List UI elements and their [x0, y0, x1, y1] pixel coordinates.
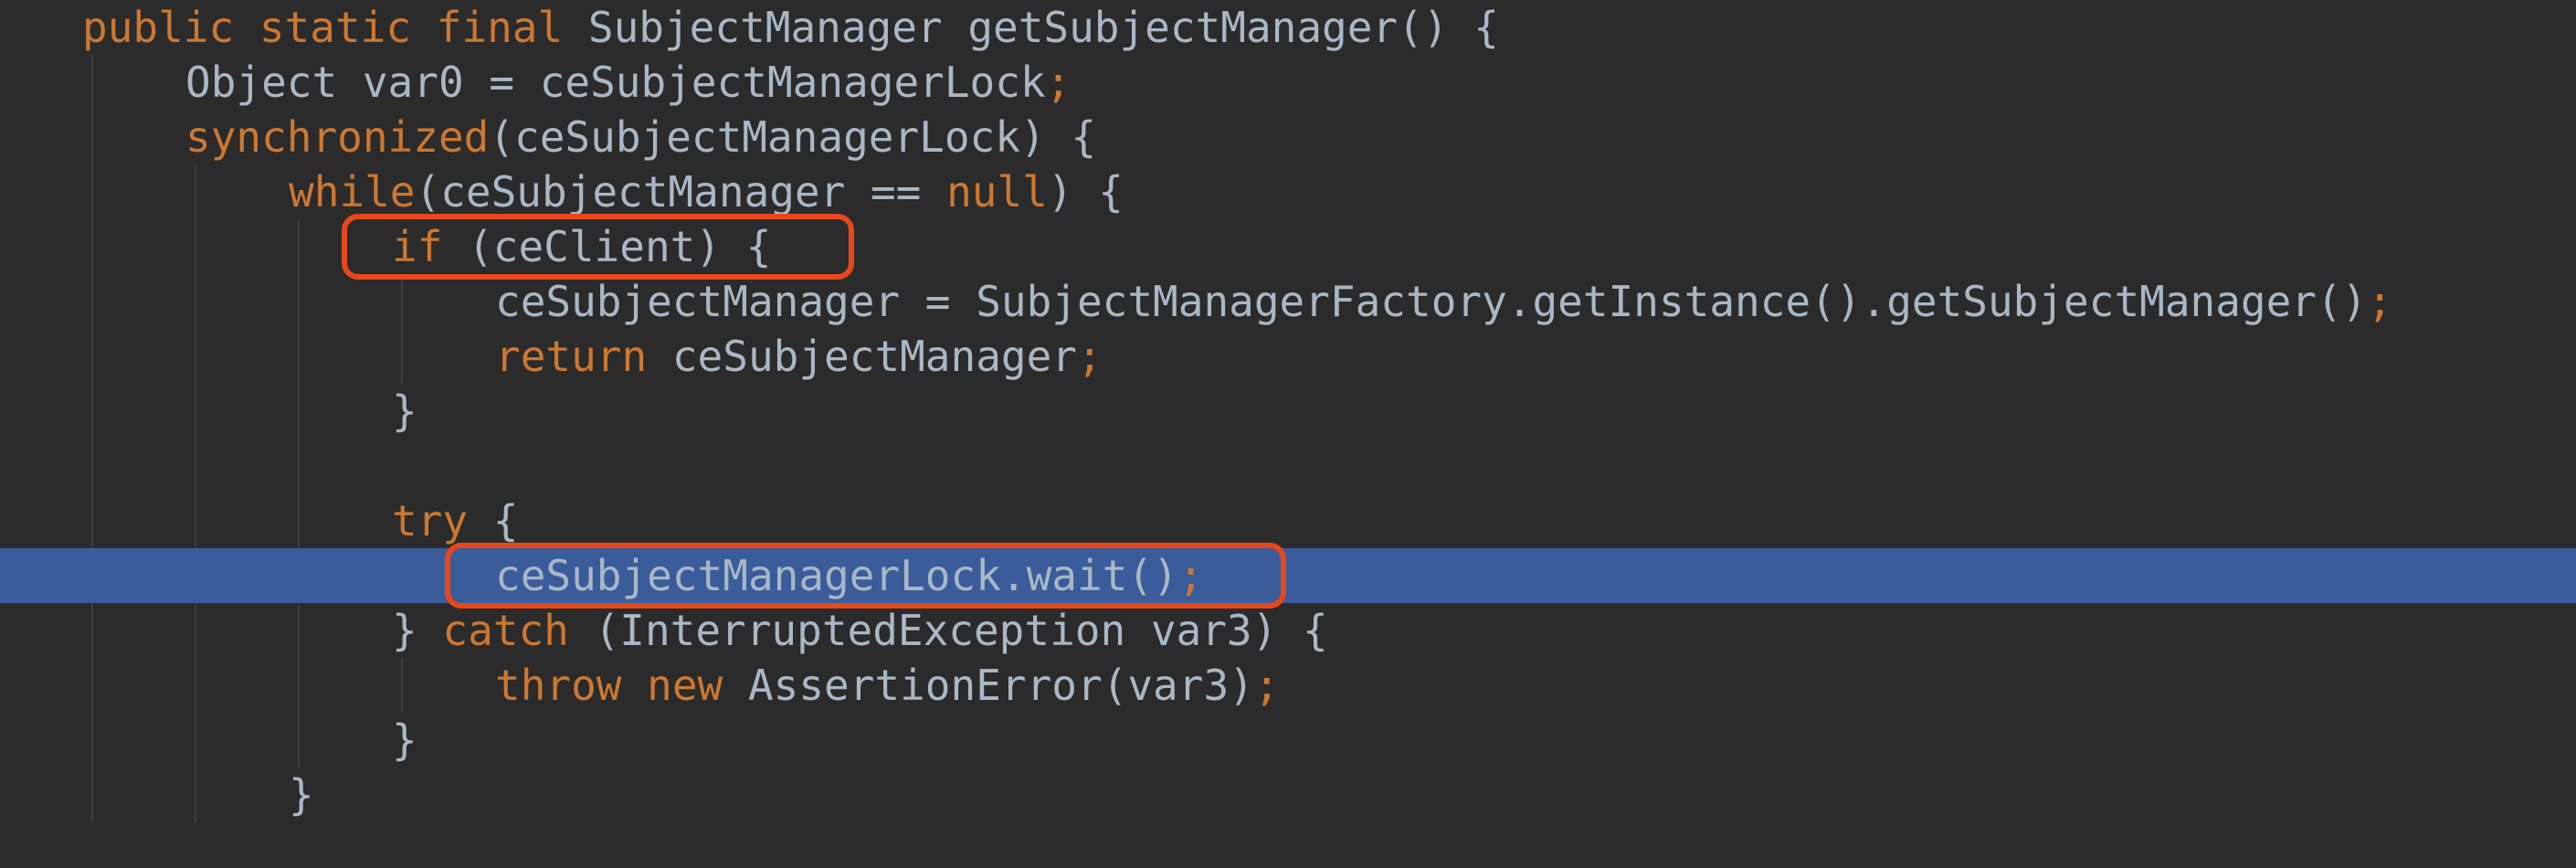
code-token: ) {	[1047, 167, 1124, 217]
code-line[interactable]: while(ceSubjectManager == null) {	[0, 164, 2576, 219]
keyword-token: synchronized	[185, 112, 490, 162]
line-content: return ceSubjectManager;	[495, 329, 1103, 384]
line-content: ceSubjectManager = SubjectManagerFactory…	[495, 274, 2392, 329]
code-line[interactable]: }	[0, 767, 2576, 822]
code-line[interactable]: return ceSubjectManager;	[0, 329, 2576, 384]
line-content: }	[392, 713, 417, 767]
line-content: while(ceSubjectManager == null) {	[289, 164, 1124, 219]
code-line[interactable]: }	[0, 713, 2576, 767]
code-line[interactable]	[0, 822, 2576, 868]
annotation-box	[445, 543, 1286, 609]
code-token: SubjectManager getSubjectManager() {	[563, 3, 1499, 52]
line-content: public static final SubjectManager getSu…	[82, 0, 1499, 55]
current-line[interactable]: ceSubjectManagerLock.wait();	[0, 548, 2576, 603]
keyword-token: return	[495, 332, 648, 381]
code-token: }	[392, 606, 443, 655]
code-token: }	[289, 770, 314, 820]
code-line[interactable]: ceSubjectManager = SubjectManagerFactory…	[0, 274, 2576, 329]
code-token: {	[468, 496, 519, 545]
code-line[interactable]: public static final SubjectManager getSu…	[0, 0, 2576, 55]
line-content: }	[289, 767, 314, 822]
code-token: Object var0 = ceSubjectManagerLock	[185, 58, 1046, 107]
code-token: }	[392, 715, 417, 765]
line-content: try {	[392, 493, 518, 548]
code-token: (ceSubjectManagerLock) {	[489, 112, 1097, 162]
line-content: } catch (InterruptedException var3) {	[392, 603, 1328, 658]
keyword-token: null	[946, 167, 1048, 217]
punctuation-token: ;	[1076, 332, 1103, 381]
code-line[interactable]: try {	[0, 493, 2576, 548]
code-token: }	[392, 386, 417, 436]
code-editor[interactable]: public static final SubjectManager getSu…	[0, 0, 2576, 868]
keyword-token: throw new	[495, 661, 723, 710]
line-content: }	[392, 384, 417, 439]
keyword-token: while	[289, 167, 416, 217]
punctuation-token: ;	[1045, 58, 1072, 107]
code-line[interactable]: Object var0 = ceSubjectManagerLock;	[0, 55, 2576, 110]
keyword-token: public static final	[82, 3, 564, 52]
keyword-token: catch	[442, 606, 569, 655]
code-line[interactable]: } catch (InterruptedException var3) {	[0, 603, 2576, 658]
line-content: synchronized(ceSubjectManagerLock) {	[185, 110, 1096, 164]
code-token: AssertionError(var3)	[723, 661, 1254, 710]
code-token: (InterruptedException var3) {	[568, 606, 1328, 655]
punctuation-token: ;	[2367, 277, 2393, 326]
code-line[interactable]	[0, 439, 2576, 493]
code-line[interactable]: synchronized(ceSubjectManagerLock) {	[0, 110, 2576, 164]
punctuation-token: ;	[1253, 661, 1280, 710]
code-line[interactable]: throw new AssertionError(var3);	[0, 658, 2576, 713]
line-content: throw new AssertionError(var3);	[495, 658, 1280, 713]
keyword-token: try	[392, 496, 469, 545]
code-token: (ceSubjectManager ==	[415, 167, 947, 217]
line-content: Object var0 = ceSubjectManagerLock;	[185, 55, 1071, 110]
code-line[interactable]: }	[0, 384, 2576, 439]
code-token: ceSubjectManager = SubjectManagerFactory…	[495, 277, 2368, 326]
annotation-box	[342, 214, 854, 280]
code-token: ceSubjectManager	[647, 332, 1077, 381]
